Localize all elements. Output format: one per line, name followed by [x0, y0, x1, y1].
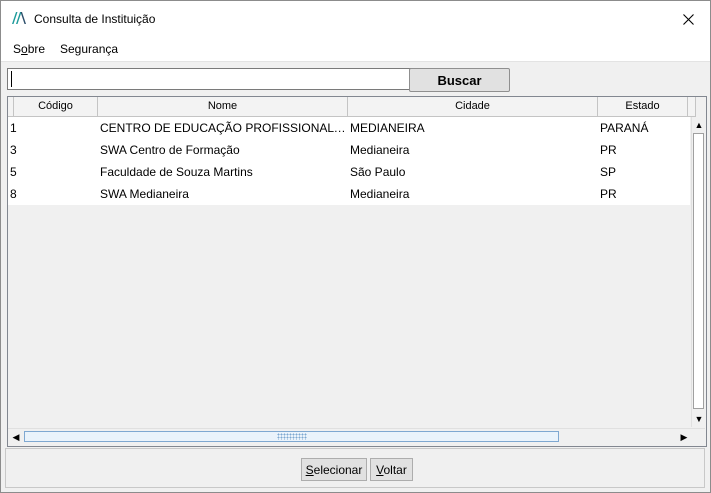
column-header-codigo[interactable]: Código [14, 97, 98, 117]
menu-bar: Sobre Segurança [1, 37, 710, 62]
cell-nome: SWA Medianeira [100, 187, 189, 201]
text-caret [11, 71, 12, 87]
cell-nome: CENTRO DE EDUCAÇÃO PROFISSIONAL MEDIANEI… [100, 121, 348, 135]
scroll-up-icon[interactable]: ▲ [692, 119, 706, 131]
cell-codigo: 3 [10, 143, 17, 157]
horizontal-scrollbar[interactable]: ◀ ▶ [8, 428, 705, 445]
app-logo-icon [12, 12, 26, 24]
search-input[interactable] [7, 68, 411, 90]
table-row[interactable]: 5 Faculdade de Souza Martins São Paulo S… [8, 161, 690, 184]
table-row[interactable]: 1 CENTRO DE EDUCAÇÃO PROFISSIONAL MEDIAN… [8, 117, 690, 140]
cell-codigo: 5 [10, 165, 17, 179]
cell-nome: SWA Centro de Formação [100, 143, 240, 157]
scroll-left-icon[interactable]: ◀ [9, 431, 23, 443]
cell-cidade: MEDIANEIRA [350, 121, 425, 135]
table-body: 1 CENTRO DE EDUCAÇÃO PROFISSIONAL MEDIAN… [8, 117, 690, 427]
scroll-right-icon[interactable]: ▶ [677, 431, 691, 443]
menu-seguranca[interactable]: Segurança [60, 42, 118, 56]
scroll-down-icon[interactable]: ▼ [692, 413, 706, 425]
table-row[interactable]: 8 SWA Medianeira Medianeira PR [8, 183, 690, 206]
cell-estado: PR [600, 187, 617, 201]
vertical-scroll-thumb[interactable] [693, 133, 704, 409]
table-row[interactable]: 3 SWA Centro de Formação Medianeira PR [8, 139, 690, 162]
search-button[interactable]: Buscar [409, 68, 510, 92]
cell-estado: PR [600, 143, 617, 157]
close-button[interactable] [666, 1, 710, 37]
menu-sobre[interactable]: Sobre [13, 42, 45, 56]
cell-nome: Faculdade de Souza Martins [100, 165, 253, 179]
cell-cidade: Medianeira [350, 143, 410, 157]
close-icon [682, 13, 694, 25]
title-bar[interactable]: Consulta de Instituição [1, 1, 710, 37]
select-button[interactable]: Selecionar [301, 458, 367, 481]
button-bar: Selecionar Voltar [5, 448, 705, 488]
cell-estado: SP [600, 165, 617, 179]
cell-codigo: 8 [10, 187, 17, 201]
search-toolbar: Buscar [1, 62, 710, 96]
window-title: Consulta de Instituição [34, 12, 156, 26]
column-header-partial[interactable] [688, 97, 696, 117]
vertical-scrollbar[interactable]: ▲ ▼ [691, 117, 706, 427]
scroll-grip-icon [277, 433, 307, 440]
cell-codigo: 1 [10, 121, 17, 135]
column-header-nome[interactable]: Nome [98, 97, 348, 117]
cell-cidade: São Paulo [350, 165, 406, 179]
dialog-window: Consulta de Instituição Sobre Segurança … [0, 0, 711, 493]
column-header-cidade[interactable]: Cidade [348, 97, 598, 117]
cell-cidade: Medianeira [350, 187, 410, 201]
horizontal-scroll-thumb[interactable] [24, 431, 559, 442]
results-table: Código Nome Cidade Estado 1 CENTRO DE ED… [7, 96, 707, 447]
column-header-estado[interactable]: Estado [598, 97, 688, 117]
cell-estado: PARANÁ [600, 121, 649, 135]
back-button[interactable]: Voltar [370, 458, 413, 481]
